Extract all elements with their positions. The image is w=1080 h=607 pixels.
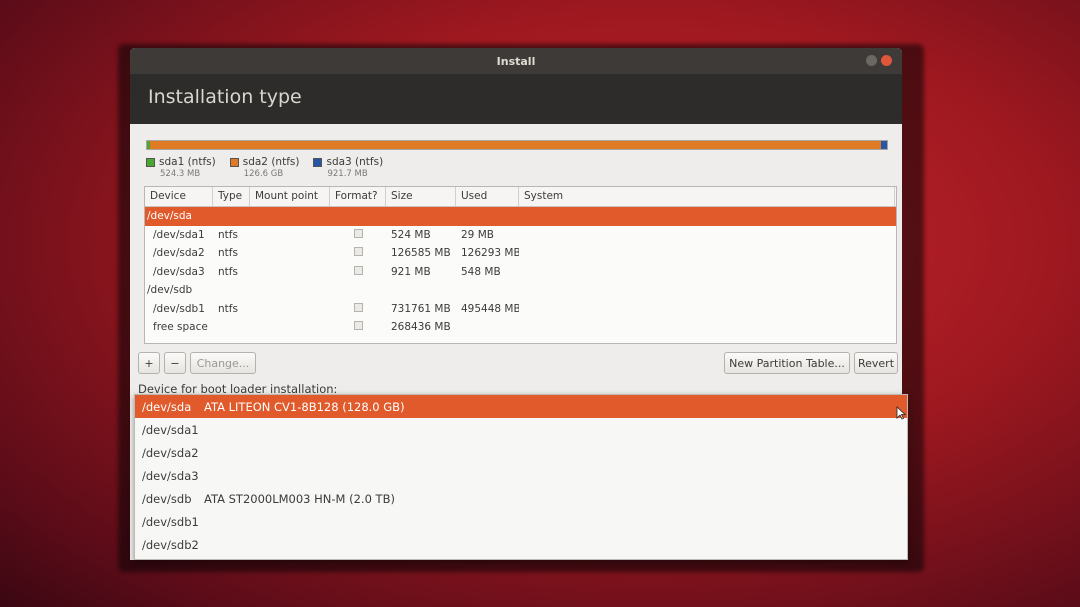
option-description: ATA ST2000LM003 HN-M (2.0 TB) <box>204 491 395 506</box>
column-header[interactable]: Format? <box>330 187 386 206</box>
boot-device-option[interactable]: /dev/sda ATA LITEON CV1-8B128 (128.0 GB) <box>135 395 907 418</box>
cell-used: 495448 MB <box>461 302 519 315</box>
table-row[interactable]: /dev/sda2 ntfs 126585 MB 126293 MB <box>145 244 896 263</box>
cell-size: 268436 MB <box>391 321 451 334</box>
titlebar[interactable]: Install <box>130 48 902 74</box>
partition-table[interactable]: Device Type Mount point Format? Size Used Syst… <box>144 186 897 344</box>
mouse-cursor-icon <box>896 406 906 420</box>
option-device: /dev/sda <box>142 399 192 414</box>
cell-device: /dev/sda1 <box>153 228 205 241</box>
page-title: Installation type <box>148 86 302 108</box>
cell-device: /dev/sda3 <box>153 265 205 278</box>
legend-item: sda2 (ntfs) 126.6 GB <box>229 156 300 179</box>
partition-bar <box>146 140 888 150</box>
cell-device: /dev/sda2 <box>153 247 205 260</box>
legend-swatch <box>229 157 239 167</box>
cell-device: /dev/sda <box>147 210 192 223</box>
cell-used: 126293 MB <box>461 247 519 260</box>
boot-device-option[interactable]: /dev/sdb1 <box>135 510 907 533</box>
cell-type: ntfs <box>218 265 238 278</box>
cell-format <box>330 321 386 333</box>
cell-device: /dev/sdb1 <box>153 302 205 315</box>
legend-label: sda1 (ntfs) <box>159 156 216 168</box>
column-header[interactable]: Type <box>213 187 250 206</box>
option-device: /dev/sda2 <box>142 445 199 460</box>
page-header: Installation type <box>130 74 902 124</box>
table-row[interactable]: /dev/sdb1 ntfs 731761 MB 495448 MB <box>145 300 896 319</box>
format-checkbox[interactable] <box>354 247 363 257</box>
table-row[interactable]: free space 268436 MB <box>145 318 896 337</box>
legend-size: 921.7 MB <box>327 169 368 179</box>
legend-size: 524.3 MB <box>160 169 201 179</box>
cell-size: 524 MB <box>391 228 431 241</box>
revert-button[interactable]: Revert <box>854 352 898 374</box>
cell-format <box>330 228 386 241</box>
legend-item: sda3 (ntfs) 921.7 MB <box>313 156 383 179</box>
column-header[interactable]: Device <box>145 187 213 206</box>
window-controls <box>866 55 892 66</box>
legend-item: sda1 (ntfs) 524.3 MB <box>146 156 216 179</box>
table-row[interactable]: /dev/sda <box>145 207 896 226</box>
column-header[interactable]: Size <box>386 187 456 206</box>
option-description: ATA LITEON CV1-8B128 (128.0 GB) <box>204 399 405 414</box>
boot-device-option[interactable]: /dev/sdb ATA ST2000LM003 HN-M (2.0 TB) <box>135 487 907 510</box>
cell-size: 731761 MB <box>391 302 451 315</box>
cell-format <box>330 302 386 315</box>
cell-used: 29 MB <box>461 228 494 241</box>
cell-used: 548 MB <box>461 265 501 278</box>
partition-buttons: + − Change... New Partition Table... Rev… <box>138 352 898 374</box>
legend-size: 126.6 GB <box>243 169 284 179</box>
close-button[interactable] <box>881 55 892 66</box>
cell-format <box>330 247 386 259</box>
remove-partition-button[interactable]: − <box>164 352 186 374</box>
cell-type: ntfs <box>218 247 238 260</box>
boot-device-option[interactable]: /dev/sda3 <box>135 464 907 487</box>
option-device: /dev/sdb <box>142 491 192 506</box>
cell-type: ntfs <box>218 228 238 241</box>
table-row[interactable]: /dev/sda1 ntfs 524 MB 29 MB <box>145 226 896 245</box>
minimize-button[interactable] <box>866 55 877 66</box>
cell-device: /dev/sdb <box>147 284 193 297</box>
cell-format <box>330 265 386 278</box>
add-partition-button[interactable]: + <box>138 352 160 374</box>
format-checkbox[interactable] <box>354 265 363 275</box>
cell-size: 126585 MB <box>391 247 451 260</box>
column-header[interactable]: Used <box>456 187 519 206</box>
partition-legend: sda1 (ntfs) 524.3 MB sda2 (ntfs) 126.6 GB sd… <box>146 156 383 179</box>
column-header[interactable]: System <box>519 187 895 206</box>
table-row[interactable]: /dev/sdb <box>145 281 896 300</box>
cell-size: 921 MB <box>391 265 431 278</box>
table-body: /dev/sda/dev/sda1 ntfs 524 MB 29 MB/dev/sda… <box>145 207 896 337</box>
boot-device-option[interactable]: /dev/sdb2 <box>135 533 907 556</box>
new-partition-table-button[interactable]: New Partition Table... <box>724 352 850 374</box>
partition-segment-sda2 <box>149 141 882 149</box>
legend-label: sda2 (ntfs) <box>242 156 300 168</box>
cell-device: free space <box>153 321 208 334</box>
change-partition-button[interactable]: Change... <box>190 352 256 374</box>
option-device: /dev/sda3 <box>142 468 199 483</box>
window-title: Install <box>496 54 536 68</box>
legend-swatch <box>146 157 155 167</box>
boot-device-option[interactable]: /dev/sda2 <box>135 441 907 464</box>
format-checkbox[interactable] <box>354 228 363 238</box>
cell-type: ntfs <box>218 302 238 315</box>
option-device: /dev/sdb2 <box>142 537 199 552</box>
legend-swatch <box>313 157 323 167</box>
table-header: Device Type Mount point Format? Size Used Syst… <box>145 187 896 207</box>
legend-label: sda3 (ntfs) <box>326 156 384 168</box>
option-device: /dev/sdb1 <box>142 514 199 529</box>
option-device: /dev/sda1 <box>142 422 199 437</box>
column-header[interactable]: Mount point <box>250 187 330 206</box>
table-row[interactable]: /dev/sda3 ntfs 921 MB 548 MB <box>145 263 896 282</box>
boot-loader-dropdown[interactable]: /dev/sda ATA LITEON CV1-8B128 (128.0 GB) /… <box>134 394 908 560</box>
format-checkbox[interactable] <box>354 302 363 312</box>
partition-segment-sda3 <box>881 141 887 149</box>
format-checkbox[interactable] <box>354 321 363 331</box>
boot-device-option[interactable]: /dev/sda1 <box>135 418 907 441</box>
